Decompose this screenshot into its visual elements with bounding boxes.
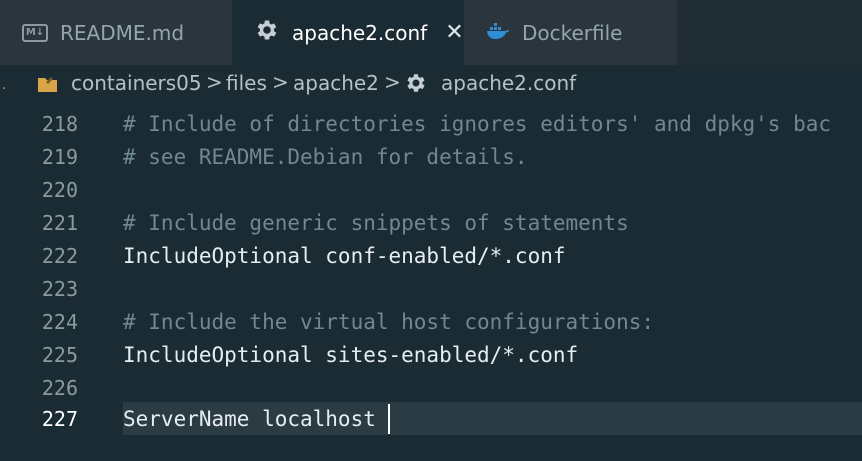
breadcrumb-separator: > bbox=[272, 70, 289, 94]
code-line[interactable]: 219 # see README.Debian for details. bbox=[0, 140, 862, 173]
close-icon[interactable]: ✕ bbox=[445, 21, 463, 44]
code-text[interactable]: # Include of directories ignores editors… bbox=[123, 112, 831, 136]
tab-label: apache2.conf bbox=[292, 20, 428, 45]
code-text[interactable]: # Include generic snippets of statements bbox=[123, 211, 629, 235]
line-number: 219 bbox=[41, 145, 78, 169]
breadcrumb-separator: > bbox=[384, 70, 401, 94]
line-number: 220 bbox=[41, 178, 78, 202]
code-text[interactable]: ServerName localhost bbox=[123, 407, 376, 431]
breadcrumb-item-apache2-conf[interactable]: apache2.conf bbox=[441, 71, 576, 95]
code-line[interactable]: 226 bbox=[0, 371, 862, 404]
breadcrumb-separator: > bbox=[206, 70, 223, 94]
tab-label: README.md bbox=[60, 20, 185, 45]
line-number: 223 bbox=[41, 277, 78, 301]
breadcrumb-item-files[interactable]: files bbox=[226, 71, 267, 95]
folder-icon bbox=[37, 74, 59, 99]
tab-dockerfile[interactable]: Dockerfile bbox=[464, 0, 677, 65]
breadcrumb-item-apache2[interactable]: apache2 bbox=[293, 71, 379, 95]
gear-icon bbox=[254, 17, 280, 48]
code-text[interactable]: # see README.Debian for details. bbox=[123, 145, 528, 169]
tab-bar-empty-space[interactable] bbox=[677, 0, 862, 65]
breadcrumb: . containers05 > files > apache2 > apach… bbox=[0, 65, 862, 101]
code-line[interactable]: 220 bbox=[0, 173, 862, 206]
line-number: 224 bbox=[41, 310, 78, 334]
breadcrumb-overflow-dot: . bbox=[2, 77, 7, 93]
line-number: 222 bbox=[41, 244, 78, 268]
gear-icon bbox=[404, 71, 428, 100]
code-line[interactable]: 224 # Include the virtual host configura… bbox=[0, 305, 862, 338]
line-number: 221 bbox=[41, 211, 78, 235]
code-line[interactable]: 218 # Include of directories ignores edi… bbox=[0, 107, 862, 140]
markdown-icon: M↓ bbox=[22, 23, 48, 42]
code-text[interactable]: # Include the virtual host configuration… bbox=[123, 310, 654, 334]
code-text[interactable]: IncludeOptional conf-enabled/*.conf bbox=[123, 244, 566, 268]
line-number: 218 bbox=[41, 112, 78, 136]
current-code-line[interactable]: 227 ServerName localhost bbox=[0, 402, 862, 435]
code-text[interactable]: IncludeOptional sites-enabled/*.conf bbox=[123, 343, 578, 367]
code-line[interactable]: 225 IncludeOptional sites-enabled/*.conf bbox=[0, 338, 862, 371]
code-line[interactable]: 222 IncludeOptional conf-enabled/*.conf bbox=[0, 239, 862, 272]
editor-tab-bar: M↓ README.md apache2.conf ✕ Dockerfile bbox=[0, 0, 862, 65]
breadcrumb-item-containers05[interactable]: containers05 bbox=[71, 71, 202, 95]
tab-readme[interactable]: M↓ README.md bbox=[0, 0, 232, 65]
text-cursor bbox=[388, 404, 390, 434]
tab-apache2-conf[interactable]: apache2.conf ✕ bbox=[232, 0, 464, 65]
line-number: 225 bbox=[41, 343, 78, 367]
tab-label: Dockerfile bbox=[522, 20, 623, 45]
code-line[interactable]: 223 bbox=[0, 272, 862, 305]
code-line[interactable]: 221 # Include generic snippets of statem… bbox=[0, 206, 862, 239]
docker-icon bbox=[486, 21, 510, 45]
line-number: 226 bbox=[41, 376, 78, 400]
code-editor[interactable]: 218 # Include of directories ignores edi… bbox=[0, 101, 862, 461]
line-number: 227 bbox=[41, 407, 78, 431]
